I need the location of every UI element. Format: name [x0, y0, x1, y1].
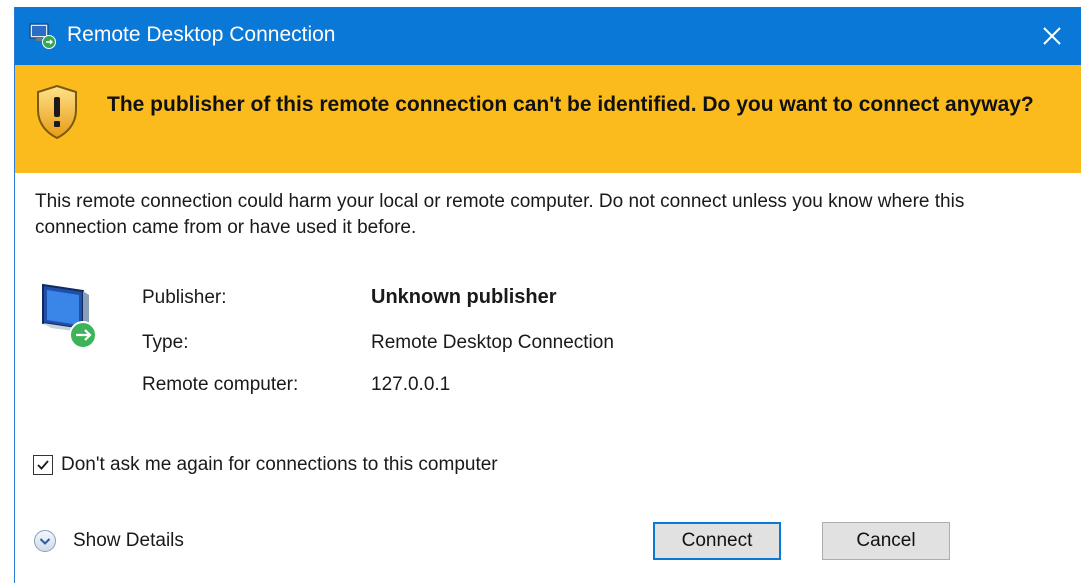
close-button[interactable]: [1023, 7, 1081, 65]
security-description: This remote connection could harm your l…: [35, 191, 965, 238]
security-warning-shield-icon: [37, 84, 77, 140]
expand-chevron-down-icon: [34, 530, 56, 552]
close-icon: [1043, 27, 1061, 45]
dont-ask-again-checkbox-row[interactable]: Don't ask me again for connections to th…: [33, 454, 498, 476]
cancel-button[interactable]: Cancel: [822, 522, 950, 560]
show-details-toggle[interactable]: Show Details: [33, 529, 184, 553]
remote-computer-label: Remote computer:: [142, 374, 299, 395]
connect-button[interactable]: Connect: [653, 522, 781, 560]
show-details-label[interactable]: Show Details: [73, 530, 184, 552]
title-bar[interactable]: Remote Desktop Connection: [15, 7, 1081, 65]
window-title: Remote Desktop Connection: [67, 23, 336, 46]
warning-banner: The publisher of this remote connection …: [15, 65, 1081, 173]
publisher-label: Publisher:: [142, 287, 227, 308]
screen: Remote Desktop Connection The publisher …: [0, 0, 1081, 583]
dont-ask-again-label[interactable]: Don't ask me again for connections to th…: [61, 454, 498, 476]
type-value: Remote Desktop Connection: [371, 332, 614, 353]
type-label: Type:: [142, 332, 189, 353]
checkmark-icon: [37, 460, 49, 470]
rdc-dialog: Remote Desktop Connection The publisher …: [14, 7, 1081, 583]
warning-message: The publisher of this remote connection …: [107, 93, 1034, 116]
publisher-value: Unknown publisher: [371, 286, 557, 308]
remote-computer-value: 127.0.0.1: [371, 374, 451, 395]
remote-computer-icon: [42, 283, 97, 349]
dont-ask-again-checkbox[interactable]: [33, 455, 53, 475]
remote-desktop-app-icon: [29, 23, 56, 49]
